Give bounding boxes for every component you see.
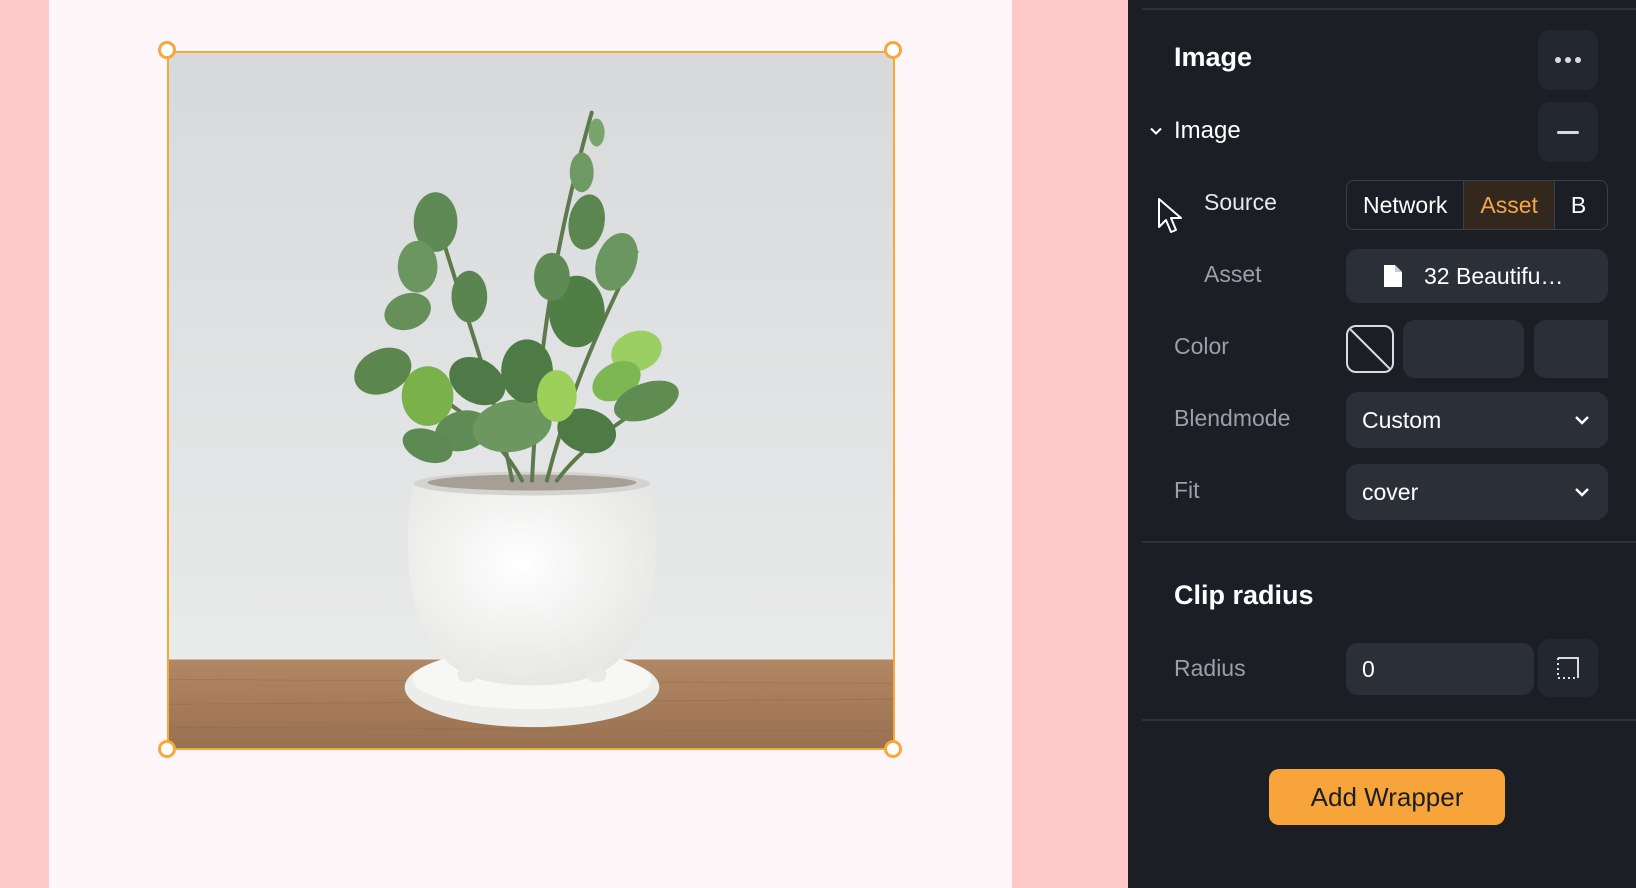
fit-label: Fit: [1174, 477, 1200, 503]
chevron-down-icon: [1575, 488, 1589, 497]
file-icon: [1384, 265, 1402, 287]
minus-icon: [1557, 130, 1579, 134]
fit-value: cover: [1362, 478, 1419, 505]
asset-value: 32 Beautifu…: [1424, 262, 1564, 289]
mouse-pointer-icon: [1158, 198, 1182, 233]
resize-handle-bottom-right[interactable]: [884, 740, 902, 758]
resize-handle-bottom-left[interactable]: [158, 740, 176, 758]
remove-image-button[interactable]: [1538, 102, 1598, 162]
source-option-b[interactable]: B: [1553, 181, 1602, 229]
blendmode-value: Custom: [1362, 406, 1442, 433]
radius-value: 0: [1362, 655, 1375, 682]
color-opacity-input[interactable]: [1534, 320, 1608, 378]
individual-corners-button[interactable]: [1538, 639, 1598, 697]
divider: [1142, 8, 1636, 10]
blendmode-label: Blendmode: [1174, 405, 1291, 431]
section-title-image: Image: [1174, 42, 1253, 72]
source-option-asset[interactable]: Asset: [1463, 181, 1554, 229]
resize-handle-top-right[interactable]: [884, 41, 902, 59]
asset-picker[interactable]: 32 Beautifu…: [1346, 249, 1608, 303]
selected-image[interactable]: [167, 51, 895, 750]
corner-radius-icon: [1557, 657, 1579, 679]
no-color-icon: [1349, 328, 1391, 370]
fit-select[interactable]: cover: [1346, 464, 1608, 520]
divider: [1142, 719, 1636, 721]
plant-photo: [169, 53, 893, 748]
blendmode-select[interactable]: Custom: [1346, 392, 1608, 448]
add-wrapper-button[interactable]: Add Wrapper: [1269, 769, 1505, 825]
more-options-button[interactable]: [1538, 30, 1598, 90]
radius-input[interactable]: 0: [1346, 643, 1534, 695]
color-swatch[interactable]: [1346, 325, 1394, 373]
image-group-toggle[interactable]: Image: [1150, 117, 1241, 145]
chevron-down-icon: [1575, 416, 1589, 425]
more-horizontal-icon: [1553, 57, 1583, 63]
source-label: Source: [1204, 189, 1277, 215]
radius-label: Radius: [1174, 655, 1246, 681]
resize-handle-top-left[interactable]: [158, 41, 176, 59]
asset-label: Asset: [1204, 261, 1262, 287]
section-title-clip-radius: Clip radius: [1174, 580, 1314, 610]
source-segmented-control: Network Asset B: [1346, 180, 1608, 230]
image-group-label: Image: [1174, 117, 1241, 144]
divider: [1142, 541, 1636, 543]
canvas-page: [49, 0, 1012, 888]
color-label: Color: [1174, 333, 1229, 359]
source-option-network[interactable]: Network: [1347, 181, 1463, 229]
color-hex-input[interactable]: [1403, 320, 1524, 378]
chevron-down-icon: [1150, 127, 1162, 135]
